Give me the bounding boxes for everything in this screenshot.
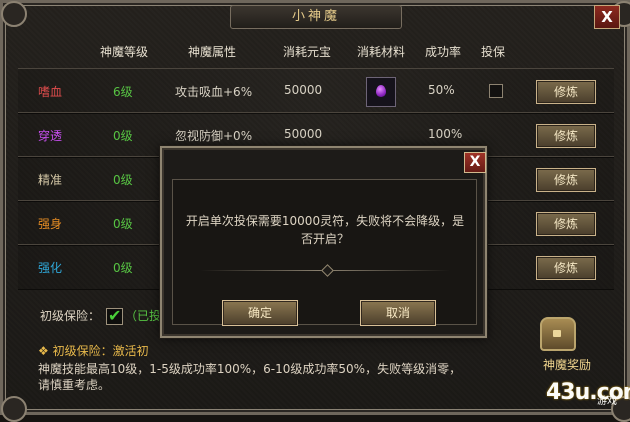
header-level: 神魔等级 [100,45,149,59]
dialog-close-button[interactable]: X [464,152,486,173]
corner-ornament [1,1,27,27]
header-attribute: 神魔属性 [188,45,237,59]
header-rate: 成功率 [425,45,462,59]
corner-ornament [1,396,27,422]
confirm-button[interactable]: 确定 [222,300,298,326]
insurance-tip: ❖ 初级保险：激活初 [38,342,149,359]
skill-rate: 50% [428,83,455,97]
skill-attribute: 忽视防御+0% [175,129,253,143]
refine-button[interactable]: 修炼 [536,124,596,148]
refine-button[interactable]: 修炼 [536,80,596,104]
skill-cost: 50000 [284,127,323,141]
confirm-dialog: X 开启单次投保需要10000灵符，失败将不会降级，是否开启？ 确定 取消 [160,146,487,338]
skill-level: 6级 [113,85,133,99]
header-insure: 投保 [481,45,506,59]
cancel-button[interactable]: 取消 [360,300,436,326]
skill-cost: 50000 [284,83,323,97]
insure-checkbox[interactable] [489,84,503,98]
skill-attribute: 攻击吸血+6% [175,85,253,99]
refine-button[interactable]: 修炼 [536,212,596,236]
close-button[interactable]: X [594,5,620,29]
insurance-label: 初级保险： [40,309,101,323]
skill-name: 穿透 [38,129,63,143]
skill-level: 0级 [113,173,133,187]
diamond-icon: ❖ [38,344,49,358]
skill-level: 0级 [113,129,133,143]
insurance-state: （已投 [125,309,162,323]
header-cost: 消耗元宝 [283,45,332,59]
table-row: 嗜血 6级 攻击吸血+6% 50000 50% 修炼 [18,68,614,114]
window-title: 小神魔 [230,5,402,29]
insurance-checkbox[interactable] [106,306,123,325]
refine-button[interactable]: 修炼 [536,168,596,192]
skill-name: 强化 [38,261,63,275]
refine-button[interactable]: 修炼 [536,256,596,280]
header-material: 消耗材料 [357,45,406,59]
skill-level: 0级 [113,261,133,275]
table-header: 神魔等级 神魔属性 消耗元宝 消耗材料 成功率 投保 [20,43,615,65]
purple-gem-icon[interactable] [366,77,396,107]
skill-name: 强身 [38,217,63,231]
reward-chest-icon[interactable] [540,317,576,351]
skill-info-line2: 请慎重考虑。 [38,378,111,392]
skill-rate: 100% [428,127,463,141]
skill-info-line1: 神魔技能最高10级，1-5级成功率100%，6-10级成功率50%，失败等级消零… [38,362,462,376]
dialog-message: 开启单次投保需要10000灵符，失败将不会降级，是否开启？ [185,214,465,246]
skill-name: 嗜血 [38,85,63,99]
reward-label[interactable]: 神魔奖励 [526,356,608,373]
skill-level: 0级 [113,217,133,231]
skill-name: 精准 [38,173,63,187]
watermark: 43u.com [546,380,630,405]
watermark-sub: 游戏 [597,396,617,407]
insurance-tip-text: 初级保险：激活初 [52,344,149,358]
